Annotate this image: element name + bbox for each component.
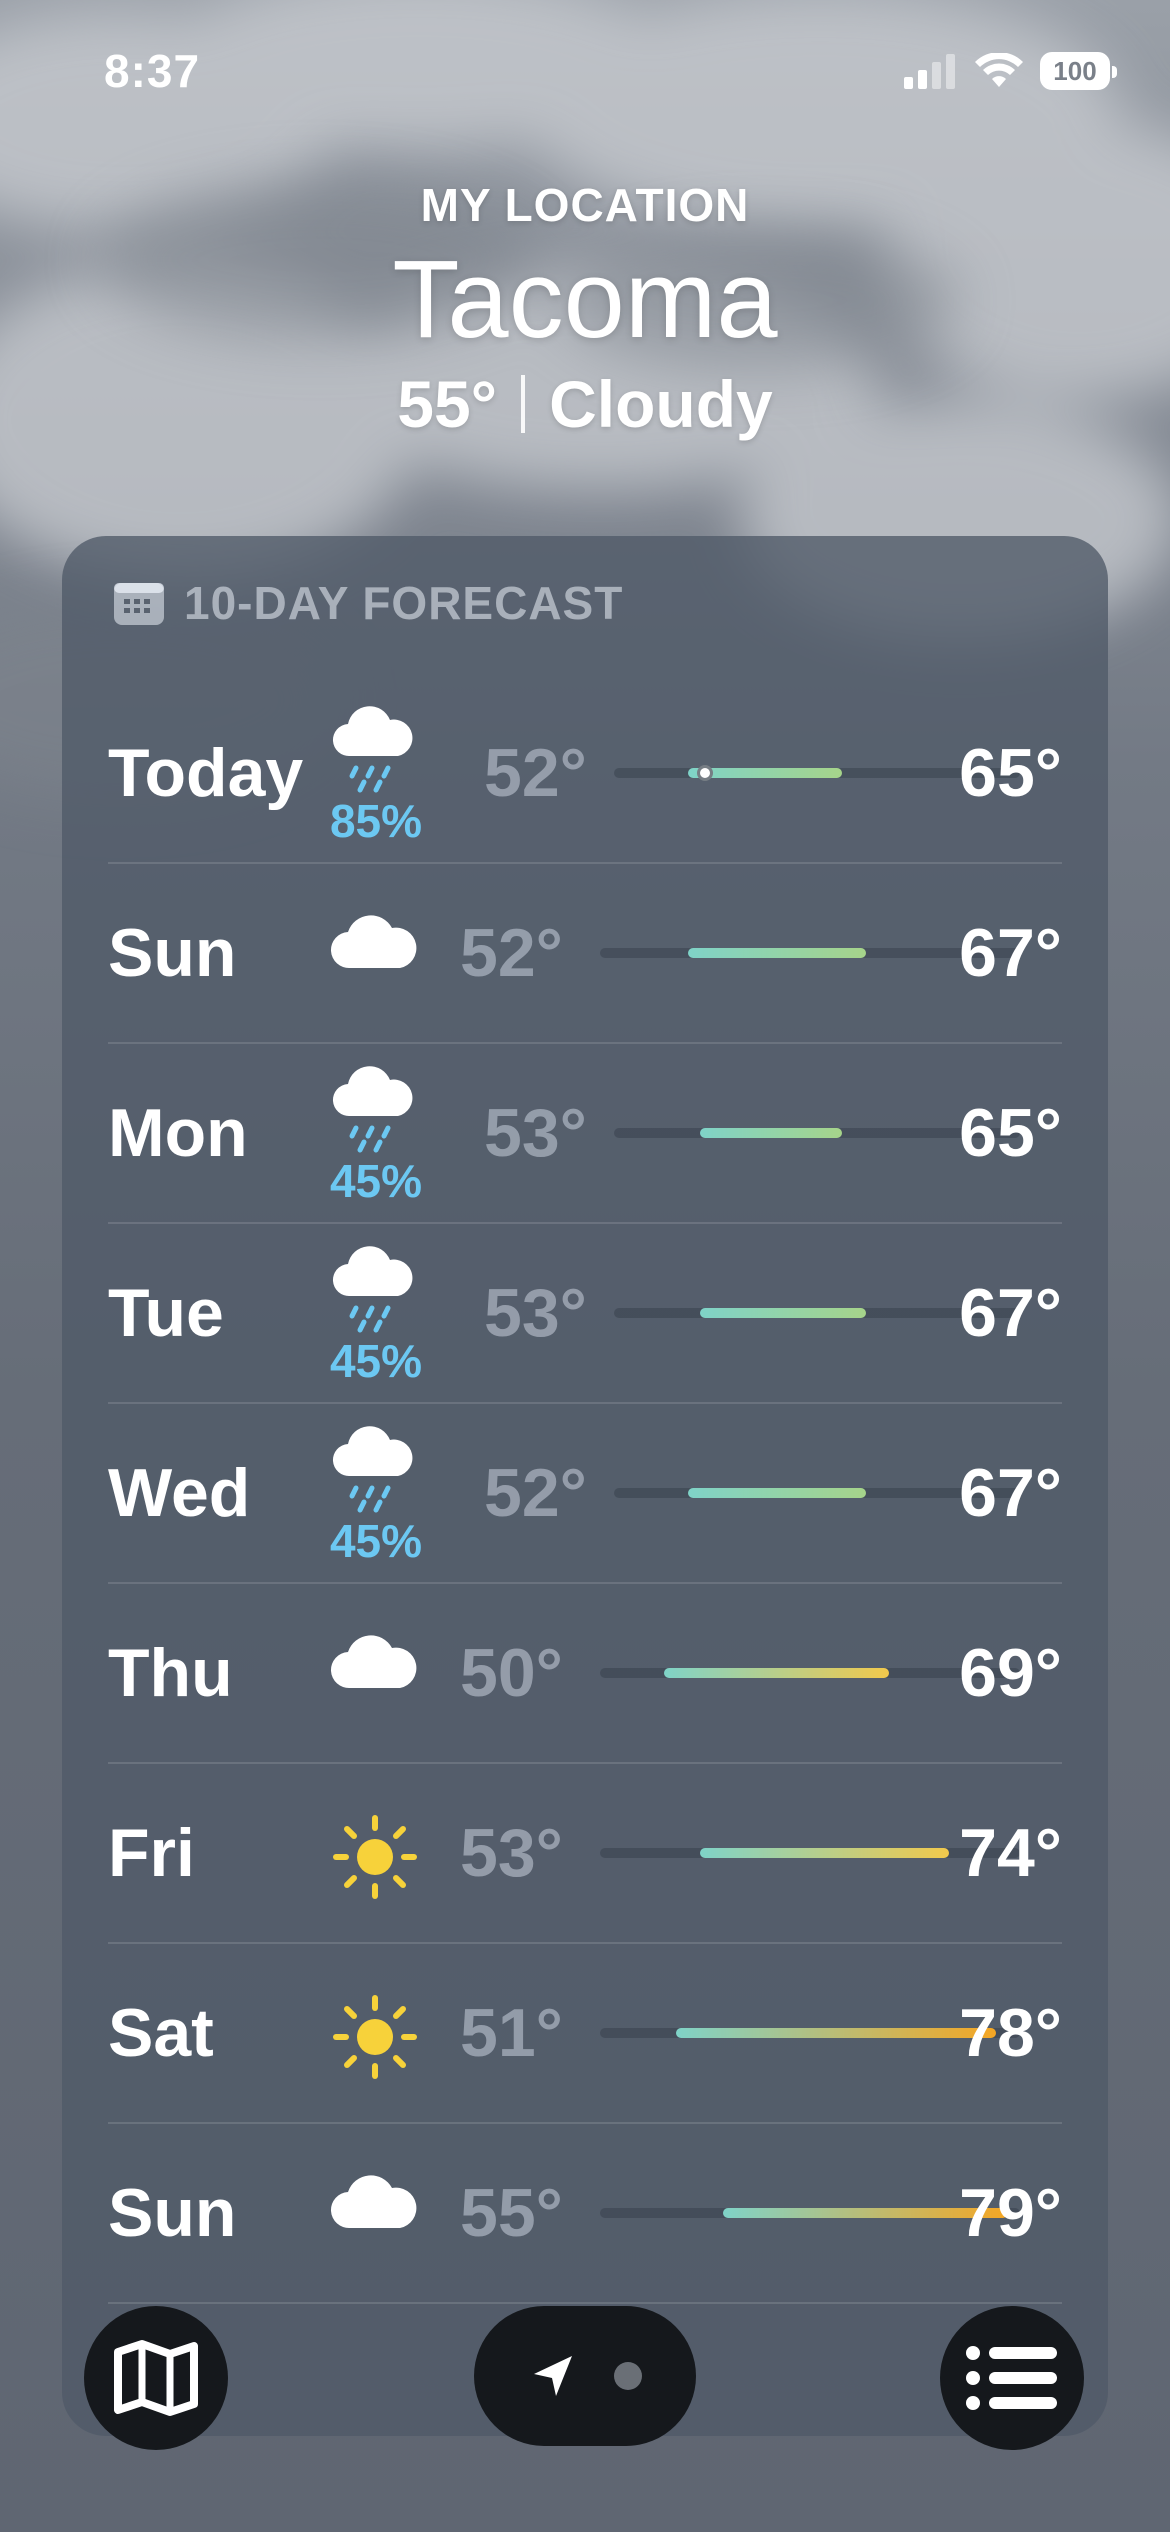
forecast-list: Today 85% 52° 65° Sun 52° 67° Mon 45% 53° 65° Tue 45… [108, 684, 1062, 2304]
status-time: 8:37 [104, 45, 201, 97]
high-temperature: 65° [959, 1095, 1062, 1171]
low-temperature: 52° [460, 915, 563, 991]
wifi-icon [975, 53, 1023, 87]
forecast-row[interactable]: Tue 45% 53° 67° [108, 1224, 1062, 1404]
location-label: MY LOCATION [420, 179, 750, 231]
forecast-row[interactable]: Sun 52° 67° [108, 864, 1062, 1044]
ten-day-forecast-card[interactable]: 10-DAY FORECAST Today 85% 52° 65° Sun 52° 67° M… [62, 536, 1108, 2436]
forecast-day: Sat [108, 1995, 214, 2071]
list-icon [966, 2346, 1057, 2410]
page-dot[interactable] [614, 2362, 642, 2390]
cloud-rain-icon [330, 1426, 420, 1521]
forecast-day: Thu [108, 1635, 233, 1711]
low-temperature: 53° [460, 1815, 563, 1891]
current-summary: 55° Cloudy [0, 366, 1170, 442]
forecast-day: Today [108, 735, 304, 811]
current-condition: Cloudy [549, 366, 773, 441]
cloud-rain-icon [330, 1246, 420, 1341]
battery-level: 100 [1053, 55, 1097, 86]
low-temperature: 52° [484, 735, 587, 811]
status-bar: 8:37 100 [0, 0, 1170, 140]
cloud-rain-icon [330, 1066, 420, 1161]
high-temperature: 74° [959, 1815, 1062, 1891]
city-name: Tacoma [392, 238, 778, 361]
sun-icon [330, 1992, 420, 2087]
high-temperature: 79° [959, 2175, 1062, 2251]
high-temperature: 67° [959, 1275, 1062, 1351]
current-temperature-marker [697, 765, 714, 781]
temperature-range-bar [687, 948, 866, 958]
location-list-button[interactable] [940, 2306, 1084, 2450]
temperature-range-bar [699, 1128, 842, 1138]
forecast-day: Mon [108, 1095, 248, 1171]
forecast-header: 10-DAY FORECAST [112, 576, 623, 630]
forecast-day: Tue [108, 1275, 224, 1351]
forecast-row[interactable]: Sat 51° 78° [108, 1944, 1062, 2124]
precipitation-chance: 45% [329, 1155, 423, 1207]
temperature-range-track [600, 2028, 1020, 2038]
cloud-icon [330, 2172, 420, 2237]
forecast-day: Sun [108, 2175, 237, 2251]
low-temperature: 55° [460, 2175, 563, 2251]
forecast-day: Sun [108, 915, 237, 991]
high-temperature: 78° [959, 1995, 1062, 2071]
forecast-row[interactable]: Thu 50° 69° [108, 1584, 1062, 1764]
low-temperature: 53° [484, 1095, 587, 1171]
battery-icon: 100 [1040, 52, 1117, 90]
calendar-icon [114, 583, 164, 625]
status-icons: 100 [904, 52, 1117, 90]
low-temperature: 51° [460, 1995, 563, 2071]
cloud-icon [330, 912, 420, 977]
precipitation-chance: 45% [329, 1515, 423, 1567]
low-temperature: 52° [484, 1455, 587, 1531]
forecast-day: Wed [108, 1455, 251, 1531]
temperature-range-bar [699, 1308, 866, 1318]
cellular-signal-icon [904, 54, 955, 89]
summary-divider [521, 374, 526, 433]
temperature-range-track [600, 2208, 1020, 2218]
temperature-range-track [600, 1848, 1020, 1858]
forecast-title: 10-DAY FORECAST [184, 577, 624, 629]
map-icon [114, 2340, 198, 2416]
precipitation-chance: 45% [329, 1335, 423, 1387]
sun-icon [330, 1812, 420, 1907]
forecast-row[interactable]: Sun 55° 79° [108, 2124, 1062, 2304]
temperature-range-track [600, 948, 1020, 958]
cloud-rain-icon [330, 706, 420, 801]
high-temperature: 67° [959, 1455, 1062, 1531]
location-arrow-icon [534, 2356, 572, 2396]
forecast-row[interactable]: Mon 45% 53° 65° [108, 1044, 1062, 1224]
high-temperature: 67° [959, 915, 1062, 991]
temperature-range-bar [699, 1848, 949, 1858]
location-header: MY LOCATION Tacoma 55° Cloudy [0, 178, 1170, 442]
forecast-row[interactable]: Fri 53° 74° [108, 1764, 1062, 1944]
cloud-icon [330, 1632, 420, 1697]
current-temperature: 55° [397, 366, 498, 441]
map-button[interactable] [84, 2306, 228, 2450]
temperature-range-bar [675, 2028, 997, 2038]
high-temperature: 69° [959, 1635, 1062, 1711]
bottom-toolbar [0, 2300, 1170, 2450]
temperature-range-track [600, 1668, 1020, 1678]
high-temperature: 65° [959, 735, 1062, 811]
precipitation-chance: 85% [329, 795, 423, 847]
temperature-range-bar [664, 1668, 890, 1678]
low-temperature: 53° [484, 1275, 587, 1351]
forecast-day: Fri [108, 1815, 195, 1891]
forecast-row[interactable]: Today 85% 52° 65° [108, 684, 1062, 864]
location-page-control[interactable] [474, 2306, 696, 2446]
low-temperature: 50° [460, 1635, 563, 1711]
temperature-range-bar [687, 1488, 866, 1498]
forecast-row[interactable]: Wed 45% 52° 67° [108, 1404, 1062, 1584]
